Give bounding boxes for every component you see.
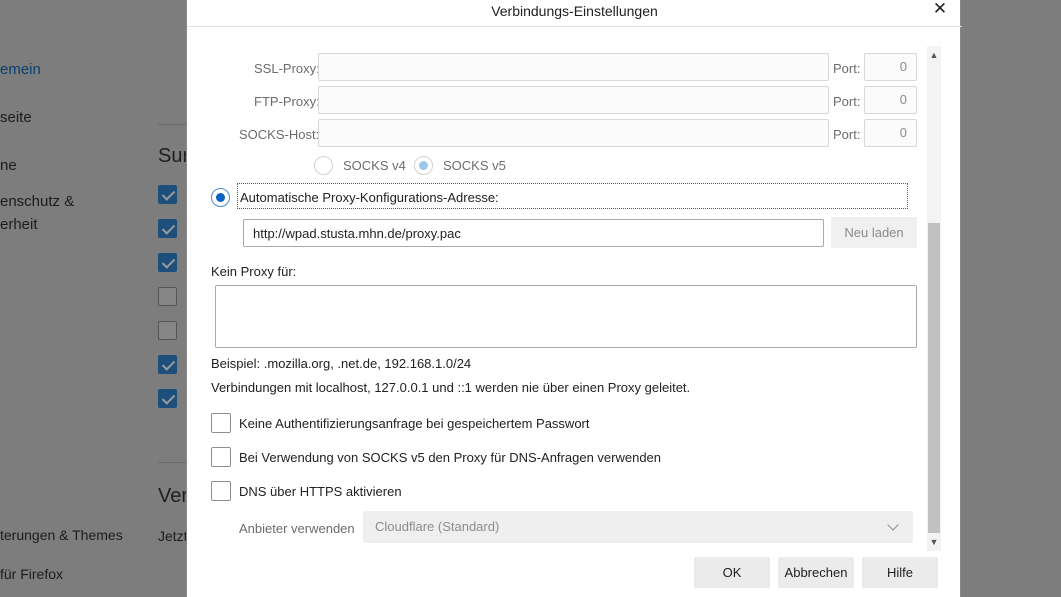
no-proxy-textarea[interactable] <box>215 285 917 348</box>
nav-item-home: seite <box>0 109 32 126</box>
localhost-note: Verbindungen mit localhost, 127.0.0.1 un… <box>211 380 691 395</box>
bg-divider <box>158 124 186 125</box>
bg-checkbox <box>158 355 177 374</box>
ssl-proxy-label: SSL-Proxy: <box>254 61 320 76</box>
socks-host-label: SOCKS-Host: <box>239 127 320 142</box>
no-proxy-label: Kein Proxy für: <box>211 264 297 279</box>
socks-v4-radio[interactable] <box>314 156 333 175</box>
connection-settings-dialog: Verbindungs-Einstellungen ✕ SSL-Proxy: P… <box>186 0 962 597</box>
scroll-up-icon[interactable]: ▲ <box>927 48 941 62</box>
scrollbar-thumb[interactable] <box>928 223 940 533</box>
provider-value: Cloudflare (Standard) <box>375 519 500 534</box>
nav-item-addons: terungen & Themes <box>0 527 123 543</box>
socks-host-input[interactable] <box>318 119 829 147</box>
socks-v5-label: SOCKS v5 <box>443 158 506 173</box>
nav-item-search: ne <box>0 157 17 174</box>
ftp-port-input[interactable]: 0 <box>864 86 917 114</box>
provider-select[interactable]: Cloudflare (Standard) <box>363 511 913 543</box>
nav-item-privacy-line1: enschutz & <box>0 193 75 210</box>
auto-proxy-url-value: http://wpad.stusta.mhn.de/proxy.pac <box>253 226 461 241</box>
chevron-down-icon <box>887 519 899 531</box>
example-text: Beispiel: .mozilla.org, .net.de, 192.168… <box>211 356 472 371</box>
ftp-proxy-label: FTP-Proxy: <box>254 94 320 109</box>
auto-proxy-radio[interactable] <box>211 188 230 207</box>
auto-proxy-url-input[interactable]: http://wpad.stusta.mhn.de/proxy.pac <box>243 219 824 247</box>
bg-checkbox <box>158 185 177 204</box>
auto-proxy-label: Automatische Proxy-Konfigurations-Adress… <box>240 190 499 205</box>
scrollbar[interactable]: ▲ ▼ <box>927 46 941 551</box>
dialog-title: Verbindungs-Einstellungen <box>187 0 962 27</box>
bg-checkbox <box>158 321 177 340</box>
ftp-proxy-input[interactable] <box>318 86 829 114</box>
bg-checkbox <box>158 253 177 272</box>
socks-v4-label: SOCKS v4 <box>343 158 406 173</box>
nav-item-support: für Firefox <box>0 566 64 582</box>
ssl-port-input[interactable]: 0 <box>864 53 917 81</box>
reload-button[interactable]: Neu laden <box>831 217 917 248</box>
socks-port-label: Port: <box>833 127 861 142</box>
ok-button[interactable]: OK <box>694 557 770 588</box>
scroll-down-icon[interactable]: ▼ <box>927 535 941 549</box>
bg-partial-text: Jetzt <box>158 528 188 544</box>
help-button[interactable]: Hilfe <box>862 557 938 588</box>
bg-section-heading: Sur <box>158 145 190 167</box>
bg-checkbox <box>158 219 177 238</box>
cancel-button[interactable]: Abbrechen <box>778 557 854 588</box>
bg-divider <box>158 462 186 463</box>
socks-dns-checkbox[interactable] <box>211 447 231 467</box>
nav-item-general: emein <box>0 61 41 78</box>
bg-checkbox <box>158 389 177 408</box>
dns-over-https-label: DNS über HTTPS aktivieren <box>239 484 402 499</box>
socks-v5-radio[interactable] <box>414 156 433 175</box>
ssl-port-label: Port: <box>833 61 861 76</box>
bg-section-heading: Ver <box>158 485 189 507</box>
ssl-proxy-input[interactable] <box>318 53 829 81</box>
socks-port-input[interactable]: 0 <box>864 119 917 147</box>
nav-item-privacy-line2: erheit <box>0 216 38 233</box>
bg-checkbox <box>158 287 177 306</box>
no-auth-prompt-label: Keine Authentifizierungsanfrage bei gesp… <box>239 416 590 431</box>
ftp-port-label: Port: <box>833 94 861 109</box>
socks-dns-label: Bei Verwendung von SOCKS v5 den Proxy fü… <box>239 450 662 465</box>
dns-over-https-checkbox[interactable] <box>211 481 231 501</box>
close-icon[interactable]: ✕ <box>930 0 950 20</box>
no-auth-prompt-checkbox[interactable] <box>211 413 231 433</box>
provider-label: Anbieter verwenden <box>239 521 355 536</box>
